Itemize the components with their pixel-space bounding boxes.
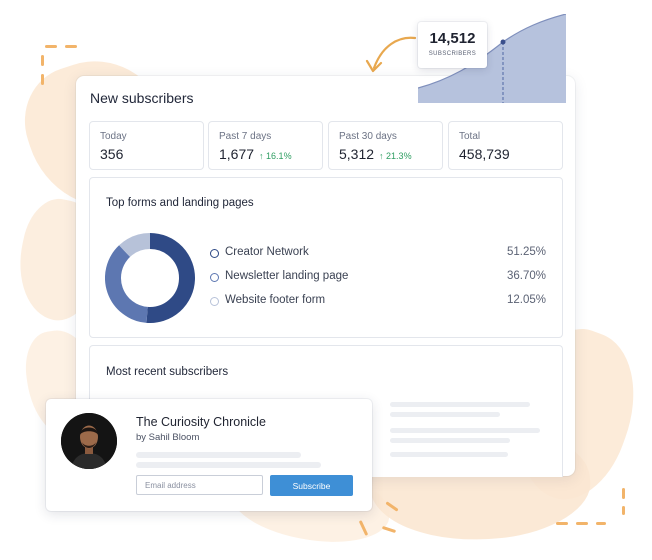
subscribe-button[interactable]: Subscribe	[270, 475, 353, 496]
stat-delta: ↑ 21.3%	[379, 151, 412, 161]
legend-dot	[210, 249, 219, 258]
newsletter-title: The Curiosity Chronicle	[136, 415, 266, 429]
placeholder-line	[390, 412, 500, 417]
legend-row-newsletter-landing-page: Newsletter landing page 36.70%	[210, 270, 546, 286]
stat-value: 356	[100, 146, 124, 162]
placeholder-line	[390, 438, 510, 443]
top-forms-panel: Top forms and landing pages Creator Netw…	[89, 177, 563, 338]
panel-title: Top forms and landing pages	[106, 197, 254, 209]
chart-tooltip: 14,512 SUBSCRIBERS	[418, 22, 487, 68]
stat-total: Total 458,739	[448, 121, 563, 170]
stat-today: Today 356	[89, 121, 204, 170]
newsletter-form-card: The Curiosity Chronicle by Sahil Bloom S…	[46, 399, 372, 511]
stat-label: Past 7 days	[219, 131, 272, 142]
avatar	[61, 413, 117, 469]
placeholder-line	[390, 452, 508, 457]
legend-percent: 36.70%	[506, 270, 546, 282]
curved-arrow-icon	[365, 36, 417, 73]
stat-value: 458,739	[459, 146, 510, 162]
stat-value: 5,312	[339, 146, 375, 162]
legend-dot	[210, 297, 219, 306]
chart-value: 14,512	[429, 30, 476, 47]
donut-chart	[105, 233, 195, 323]
placeholder-line	[390, 428, 540, 433]
chart-value-label: SUBSCRIBERS	[428, 51, 477, 57]
placeholder-line	[136, 452, 301, 458]
panel-title: Most recent subscribers	[106, 366, 229, 378]
legend-percent: 51.25%	[506, 246, 546, 258]
stat-value: 1,677	[219, 146, 255, 162]
placeholder-line	[390, 402, 530, 407]
stat-label: Today	[100, 131, 127, 142]
stat-label: Total	[459, 131, 481, 142]
stat-past-30-days: Past 30 days 5,312 ↑ 21.3%	[328, 121, 443, 170]
legend-dot	[210, 273, 219, 282]
donut-slice-0	[146, 233, 195, 323]
stat-label: Past 30 days	[339, 131, 397, 142]
legend-label: Newsletter landing page	[225, 270, 349, 282]
newsletter-author: by Sahil Bloom	[136, 432, 200, 443]
email-field[interactable]	[136, 475, 263, 495]
stat-past-7-days: Past 7 days 1,677 ↑ 16.1%	[208, 121, 323, 170]
stat-delta: ↑ 16.1%	[259, 151, 292, 161]
legend-percent: 12.05%	[506, 294, 546, 306]
legend-row-website-footer-form: Website footer form 12.05%	[210, 294, 546, 310]
legend-label: Creator Network	[225, 246, 309, 258]
legend-label: Website footer form	[225, 294, 326, 306]
marker-dot	[500, 39, 506, 45]
donut-slice-2	[119, 233, 151, 258]
legend-row-creator-network: Creator Network 51.25%	[210, 246, 546, 262]
donut-slice-1	[105, 245, 149, 323]
card-title: New subscribers	[90, 90, 194, 106]
placeholder-line	[136, 462, 321, 468]
